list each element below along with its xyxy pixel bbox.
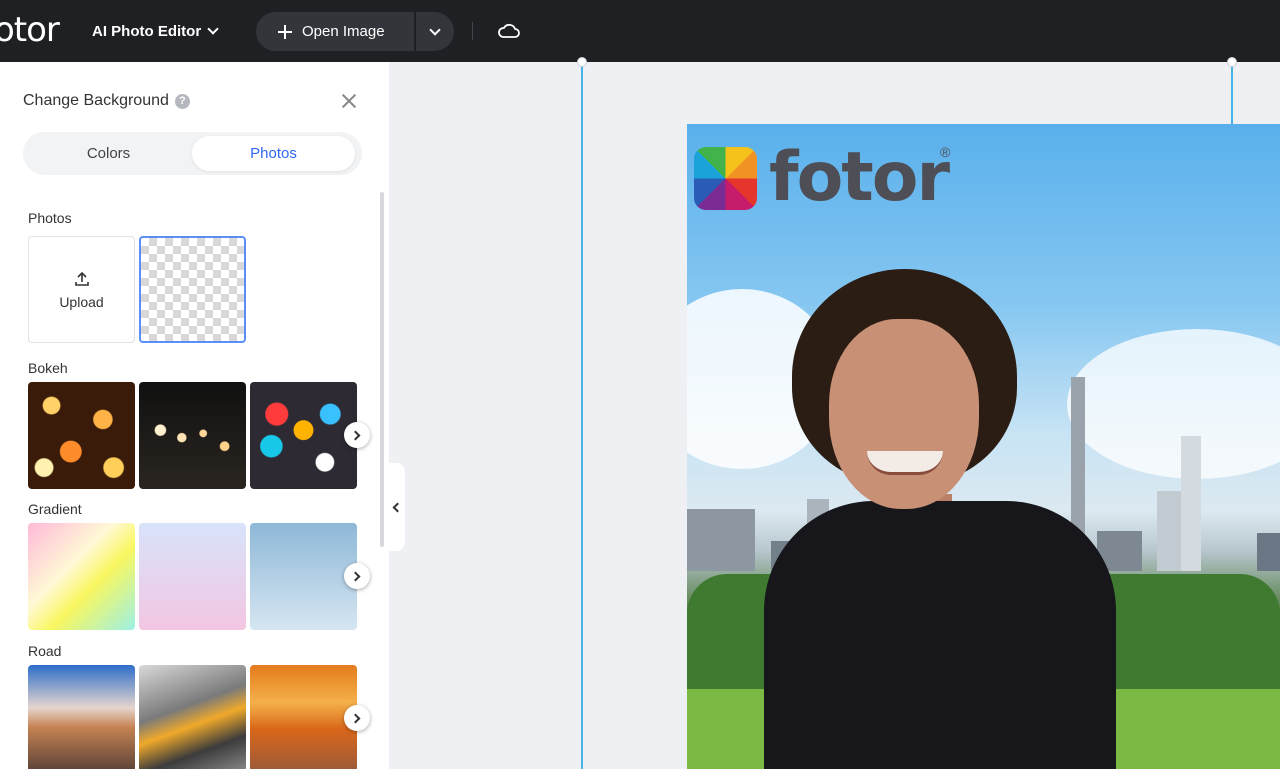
toolbar-divider: [472, 22, 473, 40]
ai-photo-editor-menu[interactable]: AI Photo Editor: [92, 20, 219, 42]
gradient-thumbnail[interactable]: [139, 523, 246, 630]
building: [1257, 533, 1280, 571]
fotor-watermark-logo: fotor ®: [694, 138, 951, 217]
panel-scrollbar[interactable]: [380, 192, 384, 547]
bokeh-next-button[interactable]: [344, 422, 370, 448]
transparent-background-option[interactable]: [139, 236, 246, 343]
guide-handle[interactable]: [1227, 57, 1237, 67]
chevron-right-icon: [350, 430, 361, 440]
section-label-photos: Photos: [28, 210, 72, 226]
open-image-group: Open Image: [256, 12, 454, 51]
person-portrait: [764, 269, 1117, 769]
cloud-icon[interactable]: [497, 20, 521, 42]
chevron-down-icon: [429, 23, 441, 36]
road-thumbnail[interactable]: [139, 665, 246, 769]
collapse-panel-button[interactable]: [387, 463, 405, 551]
person-face: [829, 319, 979, 509]
close-icon[interactable]: [340, 92, 358, 110]
building: [1181, 436, 1201, 571]
road-thumbnail[interactable]: [250, 665, 357, 769]
canvas-photo[interactable]: fotor ®: [687, 124, 1280, 769]
chevron-right-icon: [350, 571, 361, 581]
fotor-logo-mark: [694, 146, 757, 210]
app-logo[interactable]: otor: [0, 10, 60, 50]
chevron-right-icon: [350, 713, 361, 723]
bokeh-thumbnail[interactable]: [139, 382, 246, 489]
panel-title-text: Change Background: [23, 92, 169, 109]
road-thumbnail[interactable]: [28, 665, 135, 769]
road-next-button[interactable]: [344, 705, 370, 731]
gradient-thumbnail[interactable]: [250, 523, 357, 630]
guide-handle[interactable]: [577, 57, 587, 67]
editor-menu-label: AI Photo Editor: [92, 22, 202, 40]
panel-title: Change Background ?: [23, 92, 190, 110]
person-smile: [867, 451, 943, 475]
section-label-gradient: Gradient: [28, 501, 82, 517]
tab-photos[interactable]: Photos: [192, 136, 355, 171]
help-icon[interactable]: ?: [174, 93, 190, 109]
background-type-tabs: Colors Photos: [23, 132, 362, 175]
section-label-bokeh: Bokeh: [28, 360, 68, 376]
open-image-button[interactable]: Open Image: [256, 12, 414, 51]
building: [687, 509, 755, 571]
fotor-logo-text: fotor: [769, 138, 950, 217]
bokeh-thumbnail[interactable]: [250, 382, 357, 489]
chevron-left-icon: [392, 502, 403, 512]
person-sweater: [764, 501, 1116, 769]
registered-mark: ®: [940, 144, 951, 160]
upload-label: Upload: [59, 293, 104, 310]
gradient-next-button[interactable]: [344, 563, 370, 589]
top-bar: otor AI Photo Editor Open Image: [0, 0, 1280, 62]
canvas-guide-left: [581, 62, 583, 769]
upload-photo-button[interactable]: Upload: [28, 236, 135, 343]
plus-icon: [278, 24, 292, 39]
gradient-thumbnail[interactable]: [28, 523, 135, 630]
open-image-label: Open Image: [302, 23, 385, 40]
section-label-road: Road: [28, 643, 62, 659]
bokeh-thumbnail[interactable]: [28, 382, 135, 489]
chevron-down-icon: [207, 23, 219, 35]
upload-icon: [74, 271, 89, 286]
tab-colors[interactable]: Colors: [27, 136, 190, 171]
change-background-panel: Change Background ? Colors Photos Photos…: [0, 62, 389, 769]
open-image-dropdown-button[interactable]: [416, 12, 454, 51]
